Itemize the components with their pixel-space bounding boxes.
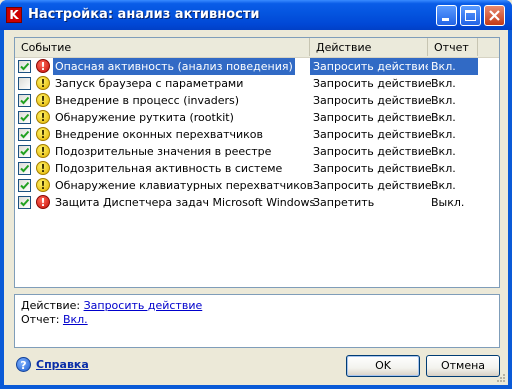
details-action-link[interactable]: Запросить действие: [84, 299, 203, 312]
row-event: Внедрение в процесс (invaders): [55, 94, 240, 107]
row-action[interactable]: Запросить действие: [310, 177, 432, 194]
row-action[interactable]: Запросить действие: [310, 143, 432, 160]
help-link-label[interactable]: Справка: [36, 358, 89, 371]
row-checkbox[interactable]: [18, 111, 31, 124]
close-button[interactable]: [484, 5, 505, 26]
severity-medium-icon: !: [36, 178, 50, 192]
cancel-button[interactable]: Отмена: [426, 355, 500, 377]
resize-grip-icon[interactable]: [494, 371, 506, 383]
maximize-button[interactable]: [460, 5, 481, 26]
row-action[interactable]: Запросить действие: [310, 92, 432, 109]
checkmark-icon: [20, 96, 30, 105]
column-header-action[interactable]: Действие: [310, 38, 428, 56]
row-event: Защита Диспетчера задач Microsoft Window…: [55, 196, 316, 209]
severity-medium-icon: !: [36, 161, 50, 175]
checkmark-icon: [20, 198, 30, 207]
row-event: Опасная активность (анализ поведения): [53, 58, 295, 75]
details-action-row: Действие: Запросить действие: [21, 299, 202, 312]
checkmark-icon: [20, 62, 30, 71]
row-checkbox[interactable]: [18, 196, 31, 209]
details-report-row: Отчет: Вкл.: [21, 313, 88, 326]
dialog-client-area: Событие Действие Отчет ! Опасная активнос…: [4, 30, 508, 385]
table-row[interactable]: ! Защита Диспетчера задач Microsoft Windo…: [15, 194, 499, 211]
window-title: Настройка: анализ активности: [28, 7, 260, 22]
ok-button[interactable]: OK: [346, 355, 420, 377]
row-action[interactable]: Запросить действие: [310, 109, 432, 126]
details-report-label: Отчет:: [21, 313, 60, 326]
row-report[interactable]: Вкл.: [428, 75, 478, 92]
row-event: Внедрение оконных перехватчиков: [55, 128, 264, 141]
table-row[interactable]: ! Подозрительные значения в реестре Запрос…: [15, 143, 499, 160]
row-event: Подозрительная активность в системе: [55, 162, 283, 175]
row-checkbox[interactable]: [18, 179, 31, 192]
table-row[interactable]: ! Опасная активность (анализ поведения) За…: [15, 58, 499, 75]
details-report-link[interactable]: Вкл.: [63, 313, 88, 326]
kaspersky-k-icon: K: [6, 7, 22, 23]
close-icon: [489, 10, 500, 21]
row-action[interactable]: Запросить действие: [310, 160, 432, 177]
table-row[interactable]: ! Запуск браузера с параметрами Запросить …: [15, 75, 499, 92]
checkmark-icon: [20, 181, 30, 190]
severity-high-icon: !: [36, 59, 50, 73]
minimize-button[interactable]: [436, 5, 457, 26]
row-action[interactable]: Запросить действие: [310, 126, 432, 143]
row-checkbox[interactable]: [18, 145, 31, 158]
details-panel: Действие: Запросить действие Отчет: Вкл.: [14, 294, 500, 348]
help-question-icon: ?: [16, 357, 31, 372]
title-bar[interactable]: K Настройка: анализ активности: [0, 0, 512, 30]
row-event: Запуск браузера с параметрами: [55, 77, 244, 90]
row-checkbox[interactable]: [18, 94, 31, 107]
table-row[interactable]: ! Подозрительная активность в системе Запр…: [15, 160, 499, 177]
row-checkbox[interactable]: [18, 60, 31, 73]
row-action[interactable]: Запретить: [310, 194, 428, 211]
row-report[interactable]: Вкл.: [428, 58, 478, 75]
row-report[interactable]: Вкл.: [428, 109, 478, 126]
row-report[interactable]: Вкл.: [428, 177, 478, 194]
severity-medium-icon: !: [36, 110, 50, 124]
table-row[interactable]: ! Внедрение оконных перехватчиков Запросит…: [15, 126, 499, 143]
checkmark-icon: [20, 113, 30, 122]
table-row[interactable]: ! Обнаружение руткита (rootkit) Запросить …: [15, 109, 499, 126]
row-checkbox[interactable]: [18, 162, 31, 175]
row-event: Подозрительные значения в реестре: [55, 145, 272, 158]
minimize-icon: [442, 18, 449, 21]
maximize-icon: [465, 10, 476, 21]
details-action-label: Действие:: [21, 299, 81, 312]
severity-high-icon: !: [36, 195, 50, 209]
checkmark-icon: [20, 164, 30, 173]
row-action[interactable]: Запросить действие: [310, 58, 432, 75]
row-checkbox[interactable]: [18, 128, 31, 141]
row-event: Обнаружение руткита (rootkit): [55, 111, 234, 124]
row-checkbox[interactable]: [18, 77, 31, 90]
row-report[interactable]: Вкл.: [428, 126, 478, 143]
checkmark-icon: [20, 130, 30, 139]
severity-medium-icon: !: [36, 144, 50, 158]
row-action[interactable]: Запросить действие: [310, 75, 432, 92]
events-list[interactable]: Событие Действие Отчет ! Опасная активнос…: [14, 37, 500, 288]
row-event: Обнаружение клавиатурных перехватчиков: [55, 179, 314, 192]
row-report[interactable]: Выкл.: [428, 194, 478, 211]
row-report[interactable]: Вкл.: [428, 160, 478, 177]
row-report[interactable]: Вкл.: [428, 92, 478, 109]
column-header-report[interactable]: Отчет: [428, 38, 478, 56]
checkmark-icon: [20, 147, 30, 156]
severity-medium-icon: !: [36, 76, 50, 90]
column-header-event[interactable]: Событие: [15, 38, 310, 56]
table-row[interactable]: ! Внедрение в процесс (invaders) Запросить…: [15, 92, 499, 109]
table-row[interactable]: ! Обнаружение клавиатурных перехватчиков З…: [15, 177, 499, 194]
severity-medium-icon: !: [36, 127, 50, 141]
severity-medium-icon: !: [36, 93, 50, 107]
settings-window: K Настройка: анализ активности Событие Д…: [0, 0, 512, 389]
row-report[interactable]: Вкл.: [428, 143, 478, 160]
list-header: Событие Действие Отчет: [15, 38, 499, 58]
